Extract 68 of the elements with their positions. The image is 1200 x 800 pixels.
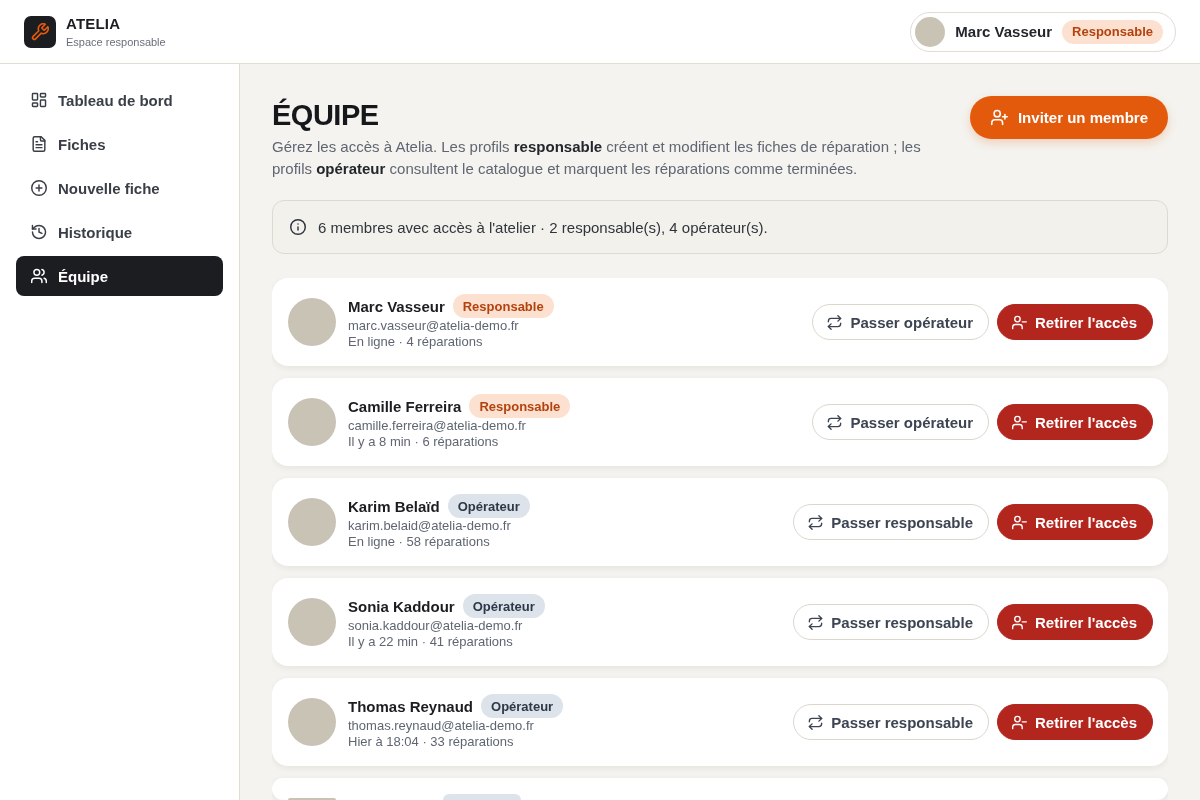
member-activity: Hier à 18:04 · 33 réparations (348, 734, 515, 750)
user-minus-icon (1012, 714, 1028, 730)
role-badge: Opérateur (481, 694, 564, 718)
plus-circle-icon (31, 180, 47, 196)
info-icon (290, 219, 306, 235)
brand-name: ATELIA (66, 14, 122, 33)
member-email: thomas.reynaud@atelia-demo.fr (348, 718, 535, 734)
role-badge: Responsable (469, 394, 571, 418)
switch-role-button[interactable]: Passer responsable (793, 704, 990, 740)
role-badge: Responsable (452, 294, 554, 318)
wrench-logo-icon (24, 15, 56, 48)
sidebar-item[interactable]: Fiches (16, 124, 223, 164)
avatar-placeholder (288, 398, 336, 446)
avatar-placeholder (915, 16, 946, 47)
swap-arrows-icon (808, 514, 824, 530)
member-name: Camille Ferreira (348, 397, 462, 415)
user-name: Marc Vasseur (955, 23, 1053, 40)
member-name: Thomas Reynaud (348, 697, 474, 715)
member-name: Sonia Kaddour (348, 597, 455, 615)
avatar-placeholder (288, 298, 336, 346)
avatar-placeholder (288, 698, 336, 746)
page-title: ÉQUIPE (272, 97, 380, 133)
member-activity: En ligne · 4 réparations (348, 334, 484, 350)
member-email: sonia.kaddour@atelia-demo.fr (348, 618, 524, 634)
invite-member-button[interactable]: Inviter un membre (969, 96, 1168, 139)
history-icon (31, 224, 47, 240)
remove-access-button[interactable]: Retirer l'accès (997, 604, 1153, 640)
remove-access-button[interactable]: Retirer l'accès (997, 404, 1153, 440)
remove-access-button[interactable]: Retirer l'accès (997, 304, 1153, 340)
document-icon (31, 136, 47, 152)
member-email: camille.ferreira@atelia-demo.fr (348, 418, 527, 434)
brand-subtitle: Espace responsable (66, 34, 166, 49)
role-badge: Responsable (1062, 19, 1163, 44)
member-activity: Il y a 8 min · 6 réparations (348, 434, 500, 450)
role-badge: Opérateur (462, 594, 545, 618)
avatar-placeholder (288, 598, 336, 646)
sidebar-item[interactable]: Équipe (16, 256, 223, 296)
dashboard-grid-icon (31, 92, 47, 108)
member-email: karim.belaid@atelia-demo.fr (348, 518, 512, 534)
swap-arrows-icon (827, 314, 843, 330)
member-name: Marc Vasseur (348, 297, 445, 315)
role-badge: Opérateur (447, 494, 530, 518)
user-minus-icon (1012, 314, 1028, 330)
remove-access-button[interactable]: Retirer l'accès (997, 704, 1153, 740)
remove-access-button[interactable]: Retirer l'accès (997, 504, 1153, 540)
swap-arrows-icon (808, 614, 824, 630)
switch-role-button[interactable]: Passer responsable (793, 604, 990, 640)
switch-role-button[interactable]: Passer responsable (793, 504, 990, 540)
user-minus-icon (1012, 514, 1028, 530)
member-name: Karim Belaïd (348, 497, 440, 515)
sidebar-item[interactable]: Nouvelle fiche (16, 168, 223, 208)
sidebar-item[interactable]: Historique (16, 212, 223, 252)
switch-role-button[interactable]: Passer opérateur (812, 404, 990, 440)
member-activity: Il y a 22 min · 41 réparations (348, 634, 514, 650)
member-email: marc.vasseur@atelia-demo.fr (348, 318, 520, 334)
swap-arrows-icon (827, 414, 843, 430)
user-minus-icon (1012, 614, 1028, 630)
member-activity: En ligne · 58 réparations (348, 534, 491, 550)
page-description: Gérez les accès à Atelia. Les profils responsable créent et modifient les fiches de réparation ; les profils opérateur consultent le catalogue et marquent les réparations comme terminées. (272, 137, 922, 179)
info-text: 6 membres avec accès à l'atelier · 2 responsable(s), 4 opérateur(s). (318, 218, 768, 236)
swap-arrows-icon (808, 714, 824, 730)
user-plus-icon (990, 109, 1008, 126)
user-menu[interactable]: Marc Vasseur Responsable (910, 11, 1176, 52)
sidebar-item[interactable]: Tableau de bord (16, 80, 223, 120)
avatar-placeholder (288, 498, 336, 546)
users-icon (31, 268, 47, 284)
switch-role-button[interactable]: Passer opérateur (812, 304, 990, 340)
user-minus-icon (1012, 414, 1028, 430)
